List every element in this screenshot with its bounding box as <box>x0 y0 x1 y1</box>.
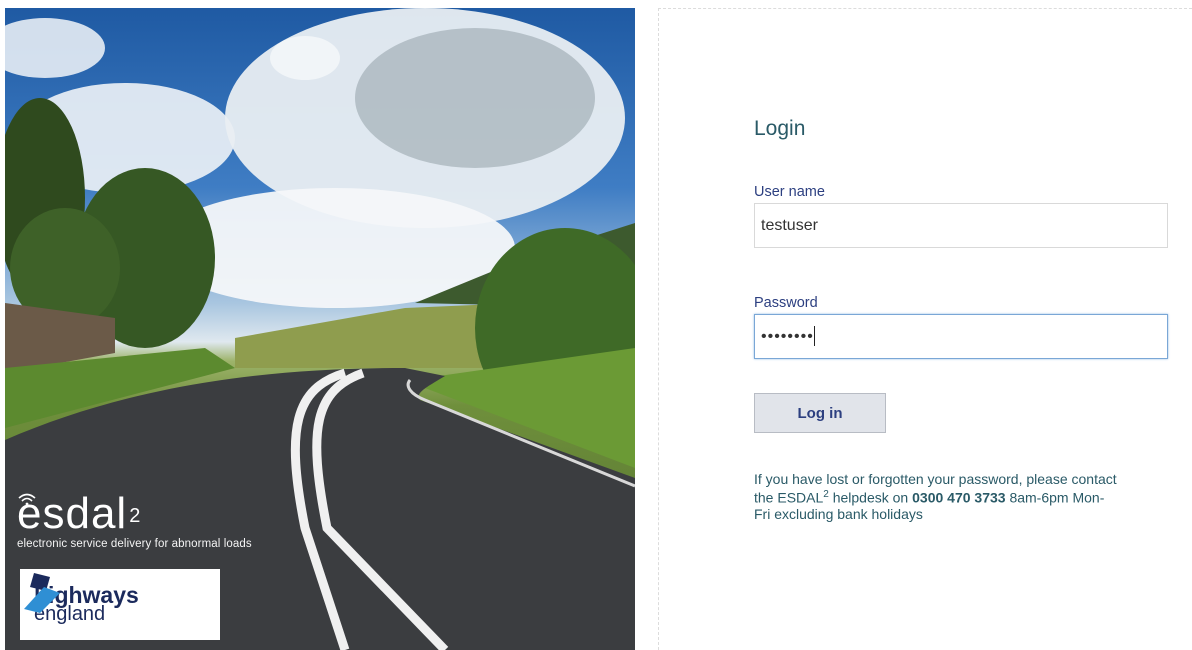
hero-image: esdal 2 electronic service delivery for a… <box>5 8 635 650</box>
help-line-2: the ESDAL2 helpdesk on 0300 470 3733 8am… <box>754 489 1105 506</box>
text-cursor <box>814 326 815 346</box>
password-label: Password <box>754 295 818 311</box>
password-help-text: If you have lost or forgotten your passw… <box>754 471 1192 522</box>
esdal-brand: esdal 2 electronic service delivery for a… <box>17 489 252 551</box>
login-panel: Login User name Password Log in If you h… <box>658 8 1192 650</box>
username-input[interactable] <box>754 203 1168 248</box>
password-input[interactable] <box>754 314 1168 359</box>
help-line-1: If you have lost or forgotten your passw… <box>754 471 1117 487</box>
highways-england-logo: highways england <box>20 569 220 640</box>
esdal-tagline: electronic service delivery for abnormal… <box>17 538 252 550</box>
page-title: Login <box>754 117 806 140</box>
helpdesk-phone: 0300 470 3733 <box>912 489 1006 506</box>
login-button[interactable]: Log in <box>754 393 886 433</box>
road-landscape-illustration <box>5 8 635 650</box>
help-line-3: Fri excluding bank holidays <box>754 505 923 522</box>
esdal-logo: esdal 2 <box>17 489 142 538</box>
highways-england-mark-icon <box>24 573 60 613</box>
username-label: User name <box>754 184 825 200</box>
